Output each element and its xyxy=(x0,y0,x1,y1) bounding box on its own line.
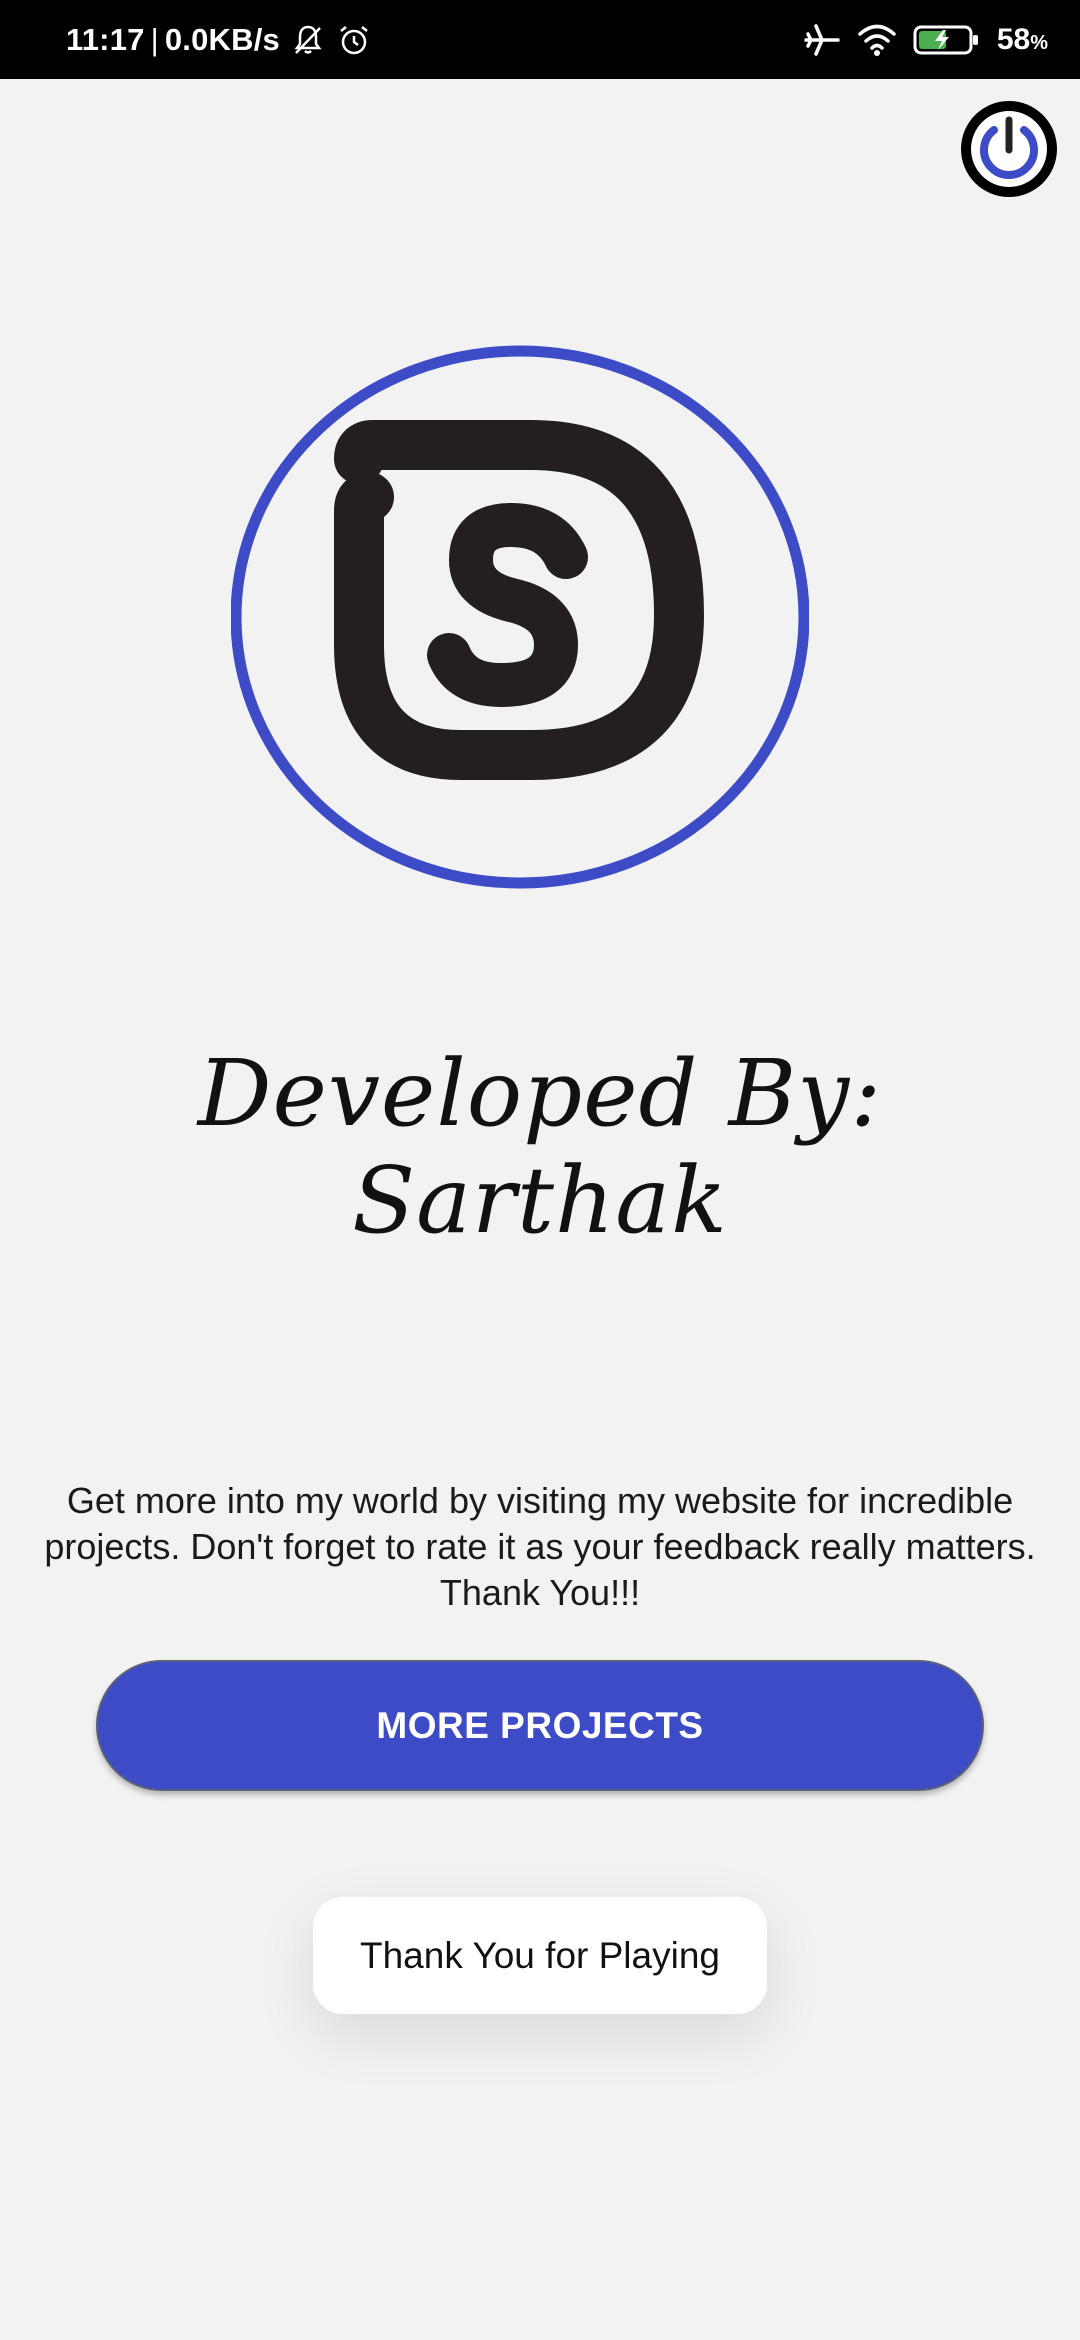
airplane-icon xyxy=(804,23,840,56)
battery-charging-icon xyxy=(913,25,978,54)
status-separator: | xyxy=(150,21,159,57)
wifi-icon xyxy=(858,24,896,56)
description-text: Get more into my world by visiting my we… xyxy=(0,1478,1080,1616)
status-bar: 11:17 | 0.0KB/s 58% xyxy=(0,0,1080,79)
description-line: Get more into my world by visiting my we… xyxy=(66,1480,1014,1521)
more-projects-button[interactable]: MORE PROJECTS xyxy=(96,1660,984,1791)
developer-title: Developed By: Sarthak xyxy=(197,1040,883,1254)
battery-percent: 58% xyxy=(996,22,1048,56)
power-button[interactable] xyxy=(961,101,1057,197)
status-left: 11:17 | 0.0KB/s xyxy=(66,0,372,79)
alarm-icon xyxy=(340,25,368,54)
status-time: 11:17 xyxy=(66,21,145,57)
network-speed: 0.0KB/s xyxy=(164,21,280,57)
description-line: projects. Don't forget to rate it as you… xyxy=(44,1526,1036,1567)
power-icon xyxy=(971,111,1047,187)
mute-icon xyxy=(294,25,322,54)
status-right: 58% xyxy=(803,0,1048,79)
logo-s-shape xyxy=(427,503,588,707)
ds-logo xyxy=(231,345,809,889)
toast-message: Thank You for Playing xyxy=(313,1897,767,2014)
description-line: Thank You!!! xyxy=(439,1572,641,1613)
